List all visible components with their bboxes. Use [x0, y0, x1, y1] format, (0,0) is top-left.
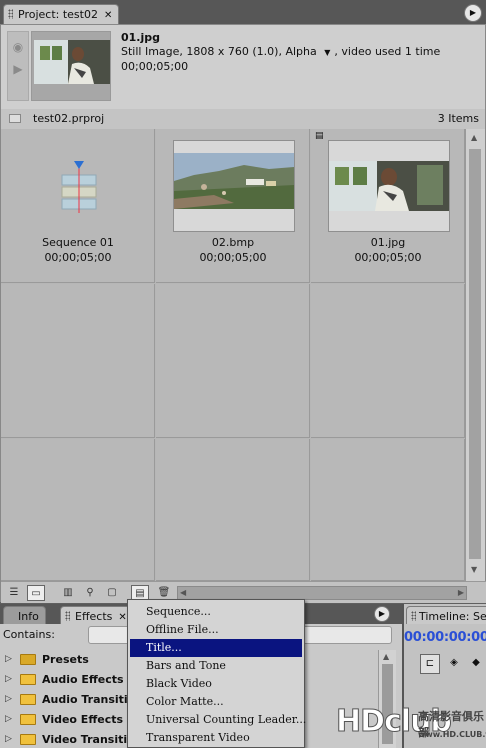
menu-item-black-video[interactable]: Black Video — [130, 675, 302, 693]
sequence-icon — [61, 161, 97, 213]
folder-icon — [20, 734, 36, 745]
close-icon[interactable]: ✕ — [118, 612, 126, 623]
scroll-track[interactable] — [469, 149, 481, 559]
film-strip-icon: ▤ — [315, 131, 324, 141]
project-panel: ◉ ▶ 01.jpg Still Image, 1808 x 760 (1.0)… — [0, 24, 486, 603]
bin-item-sequence[interactable]: Sequence 01 00;00;05;00 — [1, 129, 155, 283]
image-thumbnail — [174, 153, 294, 209]
new-item-menu: Sequence... Offline File... Title... Bar… — [127, 599, 306, 748]
preview-thumbnail — [31, 31, 111, 101]
tree-item-label: Audio Effects — [42, 673, 124, 686]
tab-info[interactable]: Info — [3, 606, 46, 624]
watermark-url: www.HD.CLUB.tw — [418, 730, 486, 739]
thumbnail-frame — [173, 140, 295, 232]
snap-icon[interactable]: ⊏ — [420, 654, 440, 674]
clip-details: Still Image, 1808 x 760 (1.0), Alpha — [121, 45, 317, 58]
tab-timeline[interactable]: Timeline: Sequence 01 — [406, 606, 486, 624]
scroll-left-icon[interactable]: ◀ — [180, 588, 186, 597]
expand-triangle-icon[interactable]: ▷ — [5, 654, 12, 664]
empty-bin-cell — [311, 439, 465, 581]
play-icon[interactable]: ▶ — [8, 62, 28, 76]
drag-grip-icon[interactable] — [411, 611, 416, 621]
scroll-up-icon[interactable]: ▲ — [383, 652, 389, 661]
bin-vertical-scrollbar[interactable]: ▲ ▼ — [465, 129, 485, 581]
menu-item-offline-file[interactable]: Offline File... — [130, 621, 302, 639]
new-bin-icon[interactable]: ▢ — [103, 585, 121, 601]
menu-item-universal-counting-leader[interactable]: Universal Counting Leader... — [130, 711, 306, 729]
bin-item-01jpg[interactable]: ▤ 01.jpg 00;00;05;00 — [311, 129, 465, 283]
tree-item-label: Presets — [42, 653, 89, 666]
automate-to-sequence-icon[interactable]: ▥ — [59, 585, 77, 601]
drag-grip-icon[interactable] — [65, 611, 70, 621]
empty-bin-cell — [156, 284, 310, 438]
bin-item-02bmp[interactable]: 02.bmp 00;00;05;00 — [156, 129, 310, 283]
folder-icon — [20, 714, 36, 725]
item-count: 3 Items — [437, 112, 479, 125]
tab-project[interactable]: Project: test02 ✕ — [3, 4, 120, 24]
keyframe-icon[interactable]: ◆ — [466, 654, 486, 674]
folder-up-icon[interactable] — [9, 114, 21, 123]
expand-triangle-icon[interactable]: ▷ — [5, 714, 12, 724]
menu-item-title[interactable]: Title... — [130, 639, 302, 657]
tab-project-label: Project: test02 — [18, 8, 98, 21]
tab-info-label: Info — [18, 610, 39, 623]
tab-timeline-label: Timeline: Sequence 01 — [419, 610, 486, 623]
tab-effects[interactable]: Effects ✕ — [60, 606, 134, 624]
empty-bin-cell — [1, 284, 155, 438]
empty-bin-cell — [311, 284, 465, 438]
bin-item-name: 01.jpg — [370, 236, 406, 249]
watermark-logo: HDclub 高清影音俱乐部 www.HD.CLUB.tw — [336, 700, 486, 748]
project-tabbar: Project: test02 ✕ ▶ — [0, 0, 486, 24]
expand-triangle-icon[interactable]: ▷ — [5, 694, 12, 704]
details-dropdown-icon[interactable]: ▼ — [324, 48, 330, 57]
scroll-up-icon[interactable]: ▲ — [471, 133, 477, 142]
project-bin-grid: Sequence 01 00;00;05;00 02.bmp 00;00;05;… — [1, 129, 465, 581]
expand-triangle-icon[interactable]: ▷ — [5, 734, 12, 744]
bin-item-duration: 00;00;05;00 — [44, 251, 112, 264]
folder-icon — [20, 694, 36, 705]
timeline-timecode[interactable]: 00:00:00:00 — [404, 630, 486, 645]
thumbnail-frame — [328, 140, 450, 232]
project-file-bar: test02.prproj 3 Items — [1, 109, 485, 129]
clip-usage: , video used 1 time — [334, 45, 441, 58]
bin-horizontal-scrollbar[interactable]: ◀ ▶ — [177, 586, 467, 600]
clip-duration: 00;00;05;00 — [121, 60, 189, 73]
folder-icon — [20, 674, 36, 685]
tree-item-label: Video Effects — [42, 713, 124, 726]
close-icon[interactable]: ✕ — [104, 10, 112, 21]
expand-triangle-icon[interactable]: ▷ — [5, 674, 12, 684]
poster-frame-icon[interactable]: ◉ — [8, 40, 28, 54]
clip-info: 01.jpg Still Image, 1808 x 760 (1.0), Al… — [121, 31, 440, 74]
empty-bin-cell — [156, 439, 310, 581]
image-thumbnail — [329, 161, 449, 211]
preview-area: ◉ ▶ 01.jpg Still Image, 1808 x 760 (1.0)… — [5, 29, 483, 109]
find-icon[interactable]: ⚲ — [81, 585, 99, 601]
bin-item-name: 02.bmp — [211, 236, 255, 249]
bin-item-duration: 00;00;05;00 — [199, 251, 267, 264]
project-file-name: test02.prproj — [33, 112, 105, 125]
menu-item-sequence[interactable]: Sequence... — [130, 603, 302, 621]
panel-menu-icon[interactable]: ▶ — [464, 4, 482, 22]
menu-item-transparent-video[interactable]: Transparent Video — [130, 729, 302, 747]
scroll-right-icon[interactable]: ▶ — [458, 588, 464, 597]
empty-bin-cell — [1, 439, 155, 581]
clip-name: 01.jpg — [121, 31, 161, 44]
contains-label: Contains: — [3, 628, 55, 641]
menu-item-bars-and-tone[interactable]: Bars and Tone — [130, 657, 302, 675]
bin-item-duration: 00;00;05;00 — [354, 251, 422, 264]
tab-effects-label: Effects — [75, 610, 113, 623]
drag-grip-icon[interactable] — [8, 9, 13, 19]
preview-controls: ◉ ▶ — [7, 31, 29, 101]
preset-folder-icon — [20, 654, 36, 665]
panel-menu-icon[interactable]: ▶ — [374, 606, 390, 622]
icon-view-icon[interactable]: ▭ — [27, 585, 45, 601]
bin-item-name: Sequence 01 — [42, 236, 114, 249]
list-view-icon[interactable]: ☰ — [5, 585, 23, 601]
preview-image — [34, 40, 110, 84]
menu-item-color-matte[interactable]: Color Matte... — [130, 693, 302, 711]
scroll-down-icon[interactable]: ▼ — [471, 565, 477, 574]
marker-icon[interactable]: ◈ — [444, 654, 464, 674]
